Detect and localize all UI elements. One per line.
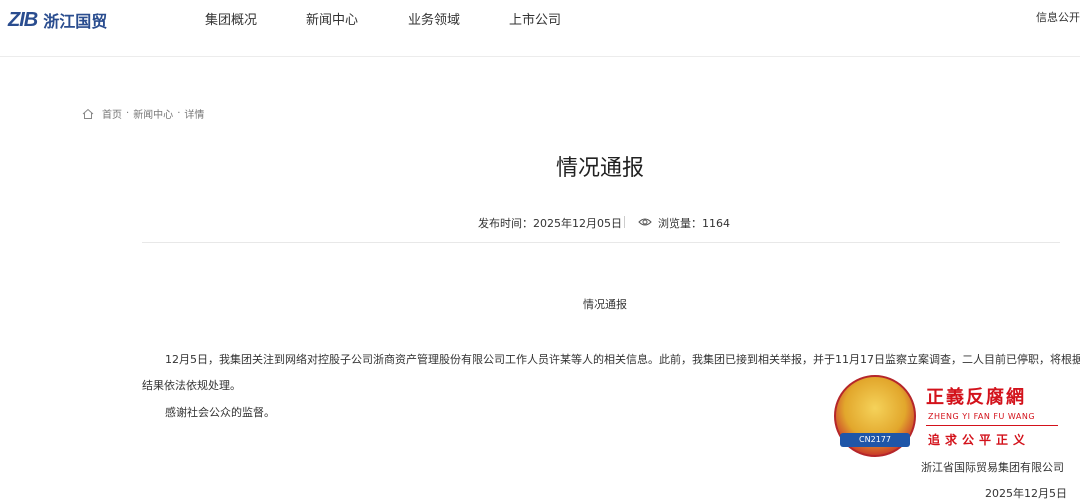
nav-item-info-disclosure[interactable]: 信息公开 (1036, 9, 1080, 25)
signature-organization: 浙江省国际贸易集团有限公司 (921, 461, 1064, 474)
content-divider (142, 242, 1060, 243)
breadcrumb-news[interactable]: 新闻中心 (133, 106, 173, 121)
emblem-ribbon: CN2177 (840, 433, 910, 447)
watermark-pinyin: ZHENG YI FAN FU WANG (928, 412, 1036, 421)
article-title: 情况通报 (555, 156, 644, 181)
nav-item-business[interactable]: 业务领域 (408, 9, 460, 28)
view-count: 浏览量：1164 (658, 217, 730, 230)
logo-name: 浙江国贸 (43, 12, 108, 31)
breadcrumb-current: 详情 (184, 110, 205, 121)
publish-time: 发布时间：2025年12月05日 (478, 217, 622, 230)
paragraph-2: 感谢社会公众的监督。 (165, 406, 275, 419)
breadcrumb-sep: · (126, 108, 130, 119)
paragraph-1-line-1: 12月5日，我集团关注到网络对控股子公司浙商资产管理股份有限公司工作人员许某等人… (165, 353, 1080, 366)
nav-item-group-overview[interactable]: 集团概况 (205, 9, 257, 28)
breadcrumb-home[interactable]: 首页 (102, 106, 122, 121)
logo-mark: ZIB (8, 8, 38, 31)
nav-item-listed-companies[interactable]: 上市公司 (509, 9, 561, 28)
watermark-rule (926, 425, 1058, 426)
breadcrumb: 首页 · 新闻中心 · 详情 (82, 106, 208, 121)
home-icon[interactable] (82, 108, 94, 120)
watermark-logo: CN2177 正義反腐網 ZHENG YI FAN FU WANG 追求公平正义 (834, 375, 1064, 457)
article-subtitle: 情况通报 (583, 298, 627, 311)
site-header: ZIB 浙江国贸 集团概况 新闻中心 业务领域 上市公司 信息公开 (0, 0, 1080, 57)
signature-date: 2025年12月5日 (985, 487, 1067, 500)
paragraph-1-line-2: 结果依法依规处理。 (142, 379, 241, 392)
breadcrumb-sep: · (177, 108, 181, 119)
nav-item-news-center[interactable]: 新闻中心 (306, 9, 358, 28)
eye-icon (638, 218, 652, 226)
watermark-slogan: 追求公平正义 (928, 433, 1031, 447)
meta-divider (624, 216, 625, 228)
watermark-title: 正義反腐網 (926, 387, 1026, 408)
site-logo[interactable]: ZIB 浙江国贸 (8, 6, 107, 34)
